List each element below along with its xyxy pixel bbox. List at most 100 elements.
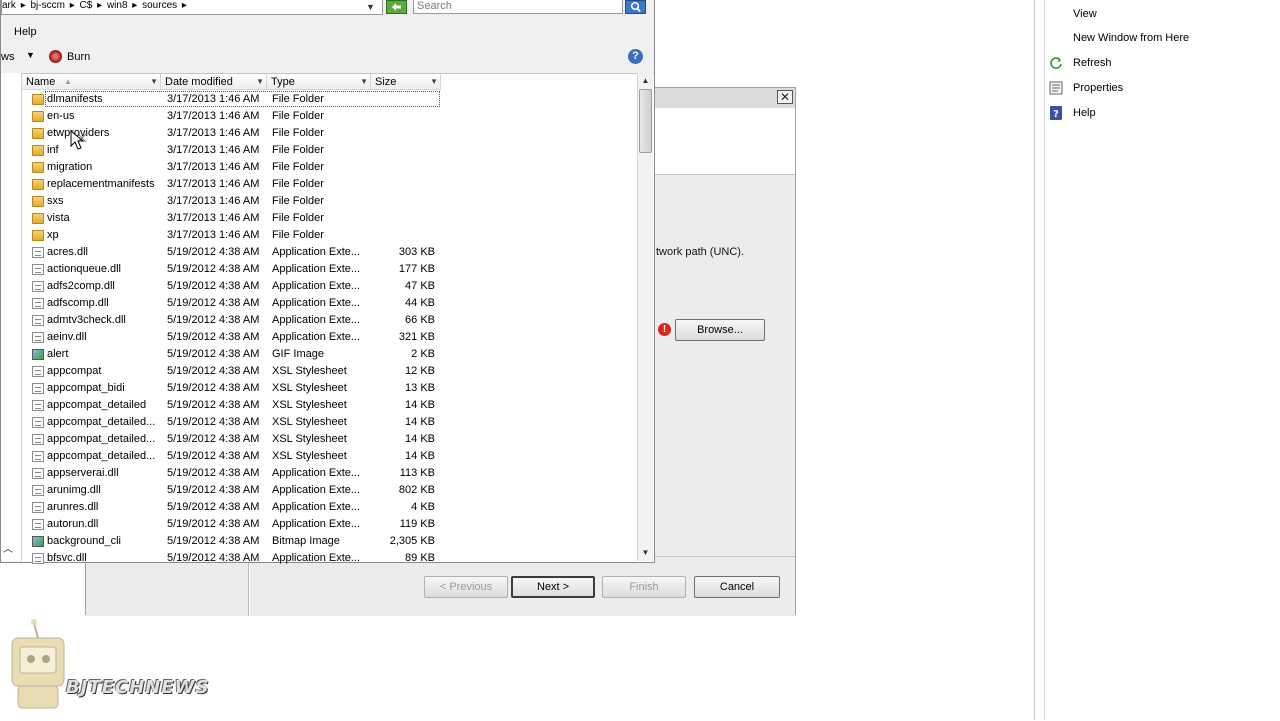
search-button[interactable] — [625, 0, 646, 14]
table-row[interactable]: alert 5/19/2012 4:38 AM GIF Image 2 KB — [22, 346, 654, 363]
refresh-button[interactable] — [386, 0, 407, 14]
file-icon — [32, 451, 44, 462]
finish-button[interactable]: Finish — [602, 576, 686, 598]
cancel-button[interactable]: Cancel — [694, 576, 780, 598]
file-type: File Folder — [272, 110, 324, 122]
table-row[interactable]: adfscomp.dll 5/19/2012 4:38 AM Application… — [22, 295, 654, 312]
file-icon — [32, 434, 44, 445]
action-help[interactable]: ? Help — [1049, 103, 1269, 123]
views-button[interactable]: ws — [1, 51, 14, 63]
previous-button[interactable]: < Previous — [424, 576, 508, 598]
file-name: migration — [47, 161, 93, 173]
chevron-right-icon[interactable]: ▸ — [97, 0, 102, 11]
file-type: Application Exte... — [272, 280, 361, 292]
file-icon — [32, 400, 44, 411]
column-header-date[interactable]: Date modified ▼ — [161, 74, 267, 90]
table-row[interactable]: etwproviders 3/17/2013 1:46 AM File Folder — [22, 125, 654, 142]
chevron-down-icon[interactable]: ▼ — [430, 74, 438, 90]
table-row[interactable]: en-us 3/17/2013 1:46 AM File Folder — [22, 108, 654, 125]
toolbar: ws ▼ Burn ? — [1, 45, 654, 69]
file-name: admtv3check.dll — [47, 314, 126, 326]
file-type: File Folder — [272, 144, 324, 156]
wizard-unc-text: twork path (UNC). — [656, 246, 745, 258]
table-row[interactable]: appcompat_detailed 5/19/2012 4:38 AM XSL S… — [22, 397, 654, 414]
table-row[interactable]: adfs2comp.dll 5/19/2012 4:38 AM Applicatio… — [22, 278, 654, 295]
table-row[interactable]: appcompat_bidi 5/19/2012 4:38 AM XSL Style… — [22, 380, 654, 397]
chevron-right-icon[interactable]: ▸ — [21, 0, 26, 11]
scrollbar-thumb[interactable] — [639, 89, 652, 153]
file-date: 5/19/2012 4:38 AM — [167, 416, 260, 428]
table-row[interactable]: admtv3check.dll 5/19/2012 4:38 AM Applicat… — [22, 312, 654, 329]
wizard-close-button[interactable]: ✕ — [777, 90, 793, 104]
table-row[interactable]: background_cli 5/19/2012 4:38 AM Bitmap Im… — [22, 533, 654, 550]
chevron-down-icon[interactable]: ▼ — [26, 50, 35, 60]
burn-button[interactable]: Burn — [67, 51, 90, 63]
file-icon — [32, 468, 44, 479]
actions-pane-divider — [1044, 0, 1045, 720]
table-row[interactable]: acres.dll 5/19/2012 4:38 AM Application Ex… — [22, 244, 654, 261]
table-row[interactable]: vista 3/17/2013 1:46 AM File Folder — [22, 210, 654, 227]
chevron-down-icon[interactable]: ▼ — [366, 1, 375, 13]
table-row[interactable]: arunimg.dll 5/19/2012 4:38 AM Application … — [22, 482, 654, 499]
chevron-down-icon[interactable]: ▼ — [256, 74, 264, 90]
table-row[interactable]: appcompat_detailed... 5/19/2012 4:38 AM XS… — [22, 414, 654, 431]
file-name: inf — [47, 144, 59, 156]
breadcrumb-segment[interactable]: C$ — [80, 0, 93, 11]
table-row[interactable]: appserverai.dll 5/19/2012 4:38 AM Applicat… — [22, 465, 654, 482]
column-header-type[interactable]: Type ▼ — [267, 74, 371, 90]
table-row[interactable]: autorun.dll 5/19/2012 4:38 AM Application … — [22, 516, 654, 533]
breadcrumb-segment[interactable]: ark — [2, 0, 16, 11]
file-type: XSL Stylesheet — [272, 365, 347, 377]
table-row[interactable]: appcompat_detailed... 5/19/2012 4:38 AM XS… — [22, 431, 654, 448]
chevron-down-icon[interactable]: ▼ — [360, 74, 368, 90]
table-row[interactable]: replacementmanifests 3/17/2013 1:46 AM Fil… — [22, 176, 654, 193]
table-row[interactable]: dlmanifests 3/17/2013 1:46 AM File Folder — [22, 91, 654, 108]
file-date: 5/19/2012 4:38 AM — [167, 450, 260, 462]
column-header-size[interactable]: Size ▼ — [371, 74, 441, 90]
chevron-down-icon[interactable]: ▼ — [150, 74, 158, 90]
action-refresh[interactable]: Refresh — [1049, 53, 1269, 73]
table-row[interactable]: appcompat 5/19/2012 4:38 AM XSL Stylesheet… — [22, 363, 654, 380]
breadcrumb-segment[interactable]: bj-sccm — [31, 0, 65, 11]
file-size: 12 KB — [405, 365, 435, 377]
action-new-window[interactable]: New Window from Here — [1049, 28, 1269, 48]
breadcrumb-segment[interactable]: sources — [142, 0, 177, 11]
table-row[interactable]: inf 3/17/2013 1:46 AM File Folder — [22, 142, 654, 159]
breadcrumb-segment[interactable]: win8 — [107, 0, 128, 11]
action-view[interactable]: View — [1049, 4, 1269, 24]
scroll-down-icon[interactable]: ▼ — [639, 546, 652, 560]
next-button[interactable]: Next > — [511, 576, 595, 598]
file-date: 5/19/2012 4:38 AM — [167, 246, 260, 258]
file-size: 177 KB — [398, 263, 435, 275]
help-icon[interactable]: ? — [628, 49, 643, 64]
table-row[interactable]: appcompat_detailed... 5/19/2012 4:38 AM XS… — [22, 448, 654, 465]
navigation-pane[interactable]: ︿ — [1, 73, 22, 561]
file-type: Application Exte... — [272, 246, 361, 258]
burn-icon[interactable] — [49, 50, 62, 63]
file-type: Bitmap Image — [272, 535, 340, 547]
action-properties-label: Properties — [1073, 82, 1124, 94]
chevron-up-icon[interactable]: ︿ — [3, 540, 13, 555]
menu-help[interactable]: Help — [14, 26, 37, 38]
file-name: dlmanifests — [47, 93, 103, 105]
scroll-up-icon[interactable]: ▲ — [639, 74, 652, 88]
vertical-scrollbar[interactable]: ▲ ▼ — [637, 73, 653, 561]
table-row[interactable]: migration 3/17/2013 1:46 AM File Folder — [22, 159, 654, 176]
file-date: 5/19/2012 4:38 AM — [167, 501, 260, 513]
table-row[interactable]: bfsvc.dll 5/19/2012 4:38 AM Application Ex… — [22, 550, 654, 567]
table-row[interactable]: sxs 3/17/2013 1:46 AM File Folder — [22, 193, 654, 210]
file-date: 5/19/2012 4:38 AM — [167, 382, 260, 394]
chevron-right-icon[interactable]: ▸ — [70, 0, 75, 11]
search-input[interactable]: Search — [413, 0, 623, 14]
action-properties[interactable]: Properties — [1049, 78, 1269, 98]
browse-button[interactable]: Browse... — [675, 319, 765, 341]
address-bar[interactable]: ark ▸ bj-sccm ▸ C$ ▸ win8 ▸ sources ▸ ▼ — [1, 0, 383, 15]
table-row[interactable]: actionqueue.dll 5/19/2012 4:38 AM Applicat… — [22, 261, 654, 278]
column-header-name[interactable]: Name ▲ ▼ — [22, 74, 161, 90]
table-row[interactable]: arunres.dll 5/19/2012 4:38 AM Application … — [22, 499, 654, 516]
chevron-right-icon[interactable]: ▸ — [132, 0, 137, 11]
table-row[interactable]: xp 3/17/2013 1:46 AM File Folder — [22, 227, 654, 244]
chevron-right-icon[interactable]: ▸ — [182, 0, 187, 11]
table-row[interactable]: aeinv.dll 5/19/2012 4:38 AM Application Ex… — [22, 329, 654, 346]
file-date: 5/19/2012 4:38 AM — [167, 467, 260, 479]
